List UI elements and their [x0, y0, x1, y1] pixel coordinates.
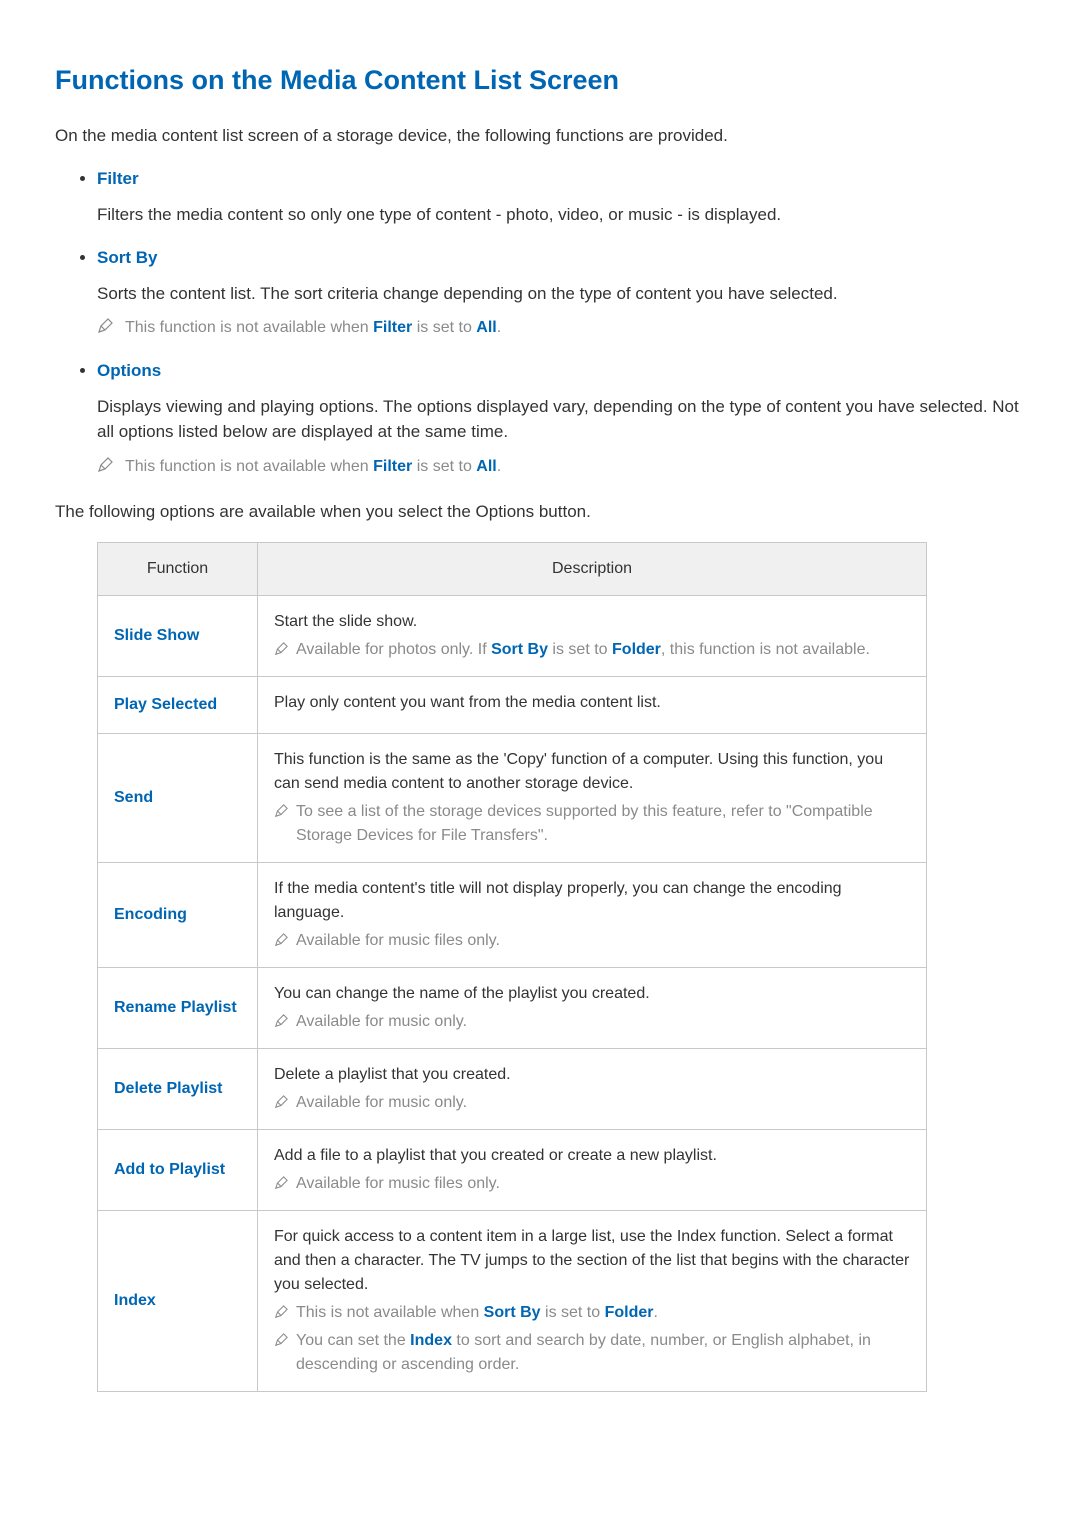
- sortby-title: Sort By: [97, 245, 1025, 271]
- pencil-icon: [274, 931, 288, 945]
- pencil-icon: [274, 802, 288, 816]
- table-row: Encoding If the media content's title wi…: [98, 863, 927, 968]
- list-item-sortby: Sort By Sorts the content list. The sort…: [97, 245, 1025, 340]
- table-row: Slide Show Start the slide show. Availab…: [98, 596, 927, 677]
- fn-rename: Rename Playlist: [98, 968, 258, 1049]
- sortby-note-text: This function is not available when Filt…: [125, 316, 501, 340]
- table-row: Index For quick access to a content item…: [98, 1211, 927, 1392]
- fn-send: Send: [98, 734, 258, 863]
- desc-addto: Add a file to a playlist that you create…: [258, 1130, 927, 1211]
- pencil-icon: [274, 1174, 288, 1188]
- options-note: This function is not available when Filt…: [97, 455, 1025, 479]
- page-title: Functions on the Media Content List Scre…: [55, 60, 1025, 101]
- list-item-filter: Filter Filters the media content so only…: [97, 166, 1025, 227]
- fn-addto: Add to Playlist: [98, 1130, 258, 1211]
- sortby-note: This function is not available when Filt…: [97, 316, 1025, 340]
- main-function-list: Filter Filters the media content so only…: [55, 166, 1025, 479]
- desc-index: For quick access to a content item in a …: [258, 1211, 927, 1392]
- options-note-text: This function is not available when Filt…: [125, 455, 501, 479]
- options-table: Function Description Slide Show Start th…: [97, 542, 927, 1392]
- header-function: Function: [98, 543, 258, 596]
- filter-title: Filter: [97, 166, 1025, 192]
- intro-paragraph: On the media content list screen of a st…: [55, 123, 1025, 149]
- table-row: Add to Playlist Add a file to a playlist…: [98, 1130, 927, 1211]
- desc-delete: Delete a playlist that you created. Avai…: [258, 1049, 927, 1130]
- options-title: Options: [97, 358, 1025, 384]
- table-row: Play Selected Play only content you want…: [98, 677, 927, 734]
- list-item-options: Options Displays viewing and playing opt…: [97, 358, 1025, 479]
- pencil-icon: [274, 1012, 288, 1026]
- options-desc: Displays viewing and playing options. Th…: [97, 394, 1025, 445]
- desc-encoding: If the media content's title will not di…: [258, 863, 927, 968]
- fn-delete: Delete Playlist: [98, 1049, 258, 1130]
- desc-rename: You can change the name of the playlist …: [258, 968, 927, 1049]
- pencil-icon: [274, 1331, 288, 1345]
- desc-playselected: Play only content you want from the medi…: [258, 677, 927, 734]
- fn-index: Index: [98, 1211, 258, 1392]
- sortby-desc: Sorts the content list. The sort criteri…: [97, 281, 1025, 307]
- pencil-icon: [274, 1303, 288, 1317]
- pencil-icon: [274, 1093, 288, 1107]
- pencil-icon: [97, 318, 113, 334]
- desc-send: This function is the same as the 'Copy' …: [258, 734, 927, 863]
- pencil-icon: [97, 457, 113, 473]
- options-intro: The following options are available when…: [55, 499, 1025, 525]
- fn-playselected: Play Selected: [98, 677, 258, 734]
- fn-encoding: Encoding: [98, 863, 258, 968]
- header-description: Description: [258, 543, 927, 596]
- filter-desc: Filters the media content so only one ty…: [97, 202, 1025, 228]
- desc-slideshow: Start the slide show. Available for phot…: [258, 596, 927, 677]
- table-row: Delete Playlist Delete a playlist that y…: [98, 1049, 927, 1130]
- table-row: Rename Playlist You can change the name …: [98, 968, 927, 1049]
- fn-slideshow: Slide Show: [98, 596, 258, 677]
- table-row: Send This function is the same as the 'C…: [98, 734, 927, 863]
- pencil-icon: [274, 640, 288, 654]
- table-header-row: Function Description: [98, 543, 927, 596]
